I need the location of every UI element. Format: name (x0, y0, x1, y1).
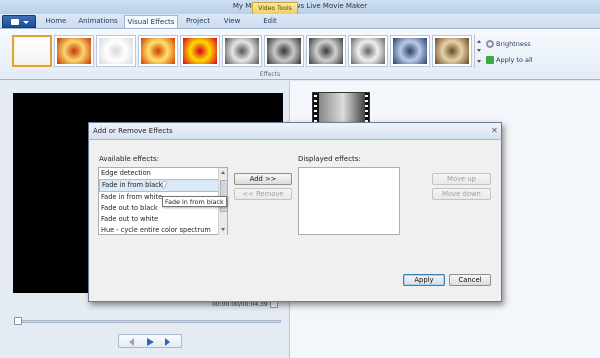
scroll-down-icon[interactable] (221, 228, 225, 231)
effect-thumbnail-flower-warm[interactable] (54, 35, 94, 67)
flower-blue-icon (393, 38, 427, 64)
flower-warm-icon (57, 38, 91, 64)
effect-thumbnail-flower-orange[interactable] (138, 35, 178, 67)
flower-orange-icon (141, 38, 175, 64)
list-item[interactable]: Hue - cycle entire color spectrum (99, 225, 227, 234)
play-icon[interactable] (147, 338, 154, 346)
available-effects-label: Available effects: (99, 155, 159, 163)
mouse-cursor (163, 182, 167, 189)
brightness-icon (486, 40, 494, 48)
cancel-button[interactable]: Cancel (449, 274, 491, 286)
app-menu-icon (11, 19, 19, 25)
apply-all-label: Apply to all (496, 56, 533, 64)
gallery-more-icon[interactable] (477, 60, 481, 63)
seek-thumb[interactable] (14, 317, 22, 325)
move-down-button[interactable]: Move down (432, 188, 491, 200)
brightness-label: Brightness (496, 40, 531, 48)
close-icon[interactable]: ✕ (490, 126, 499, 135)
effect-thumbnail-flower-gray-edge[interactable] (306, 35, 346, 67)
displayed-effects-label: Displayed effects: (298, 155, 361, 163)
effect-thumbnail-flower-blue[interactable] (390, 35, 430, 67)
flower-faded-icon (99, 38, 133, 64)
group-label-effects: Effects (259, 71, 281, 78)
effect-thumbnail-flower-faded[interactable] (96, 35, 136, 67)
add-button[interactable]: Add >> (234, 173, 292, 185)
apply-button[interactable]: Apply (403, 274, 445, 286)
time-readout: 00:00.00/00:04.39 (212, 301, 268, 308)
flower-gray-edge-icon (309, 38, 343, 64)
scroll-down-icon[interactable] (477, 49, 481, 52)
seek-bar[interactable] (15, 320, 281, 323)
flower-red-icon (183, 38, 217, 64)
no-effect-icon (15, 38, 49, 64)
apply-to-all-button[interactable]: Apply to all (486, 54, 533, 66)
next-frame-icon[interactable] (165, 338, 170, 346)
tab-edit[interactable]: Edit (256, 15, 284, 28)
flower-gray-icon (225, 38, 259, 64)
displayed-effects-list[interactable] (298, 167, 400, 235)
brightness-button[interactable]: Brightness (486, 38, 531, 50)
effect-thumbnail-flower-sepia[interactable] (432, 35, 472, 67)
effect-thumbnail-flower-red[interactable] (180, 35, 220, 67)
flower-gray-light-icon (351, 38, 385, 64)
gallery-scroll[interactable] (474, 34, 482, 68)
effect-thumbnail-no-effect[interactable] (12, 35, 52, 67)
effect-thumbnail-flower-gray[interactable] (222, 35, 262, 67)
tab-home[interactable]: Home (40, 15, 72, 28)
remove-button[interactable]: << Remove (234, 188, 292, 200)
application-menu-button[interactable] (2, 15, 36, 28)
flower-gray-dark-icon (267, 38, 301, 64)
effect-thumbnail-flower-gray-light[interactable] (348, 35, 388, 67)
list-item[interactable]: Fade out to white (99, 214, 227, 225)
tab-visual-effects[interactable]: Visual Effects (124, 15, 178, 29)
effect-thumbnail-flower-gray-dark[interactable] (264, 35, 304, 67)
tab-animations[interactable]: Animations (76, 15, 120, 28)
apply-all-icon (486, 56, 494, 64)
chevron-down-icon (23, 21, 29, 24)
tooltip: Fade in from black (162, 196, 227, 207)
window-title: My Movie - Windows Live Movie Maker (232, 2, 368, 10)
contextual-tab-group-video-tools: Video Tools (252, 2, 298, 14)
flower-sepia-icon (435, 38, 469, 64)
scroll-up-icon[interactable] (221, 171, 225, 174)
tab-view[interactable]: View (218, 15, 246, 28)
dialog-title: Add or Remove Effects (93, 127, 173, 135)
move-up-button[interactable]: Move up (432, 173, 491, 185)
scroll-up-icon[interactable] (477, 40, 481, 43)
tab-project[interactable]: Project (182, 15, 214, 28)
previous-frame-icon[interactable] (129, 338, 134, 346)
list-item[interactable]: Edge detection (99, 168, 227, 179)
playback-controls (118, 334, 182, 348)
